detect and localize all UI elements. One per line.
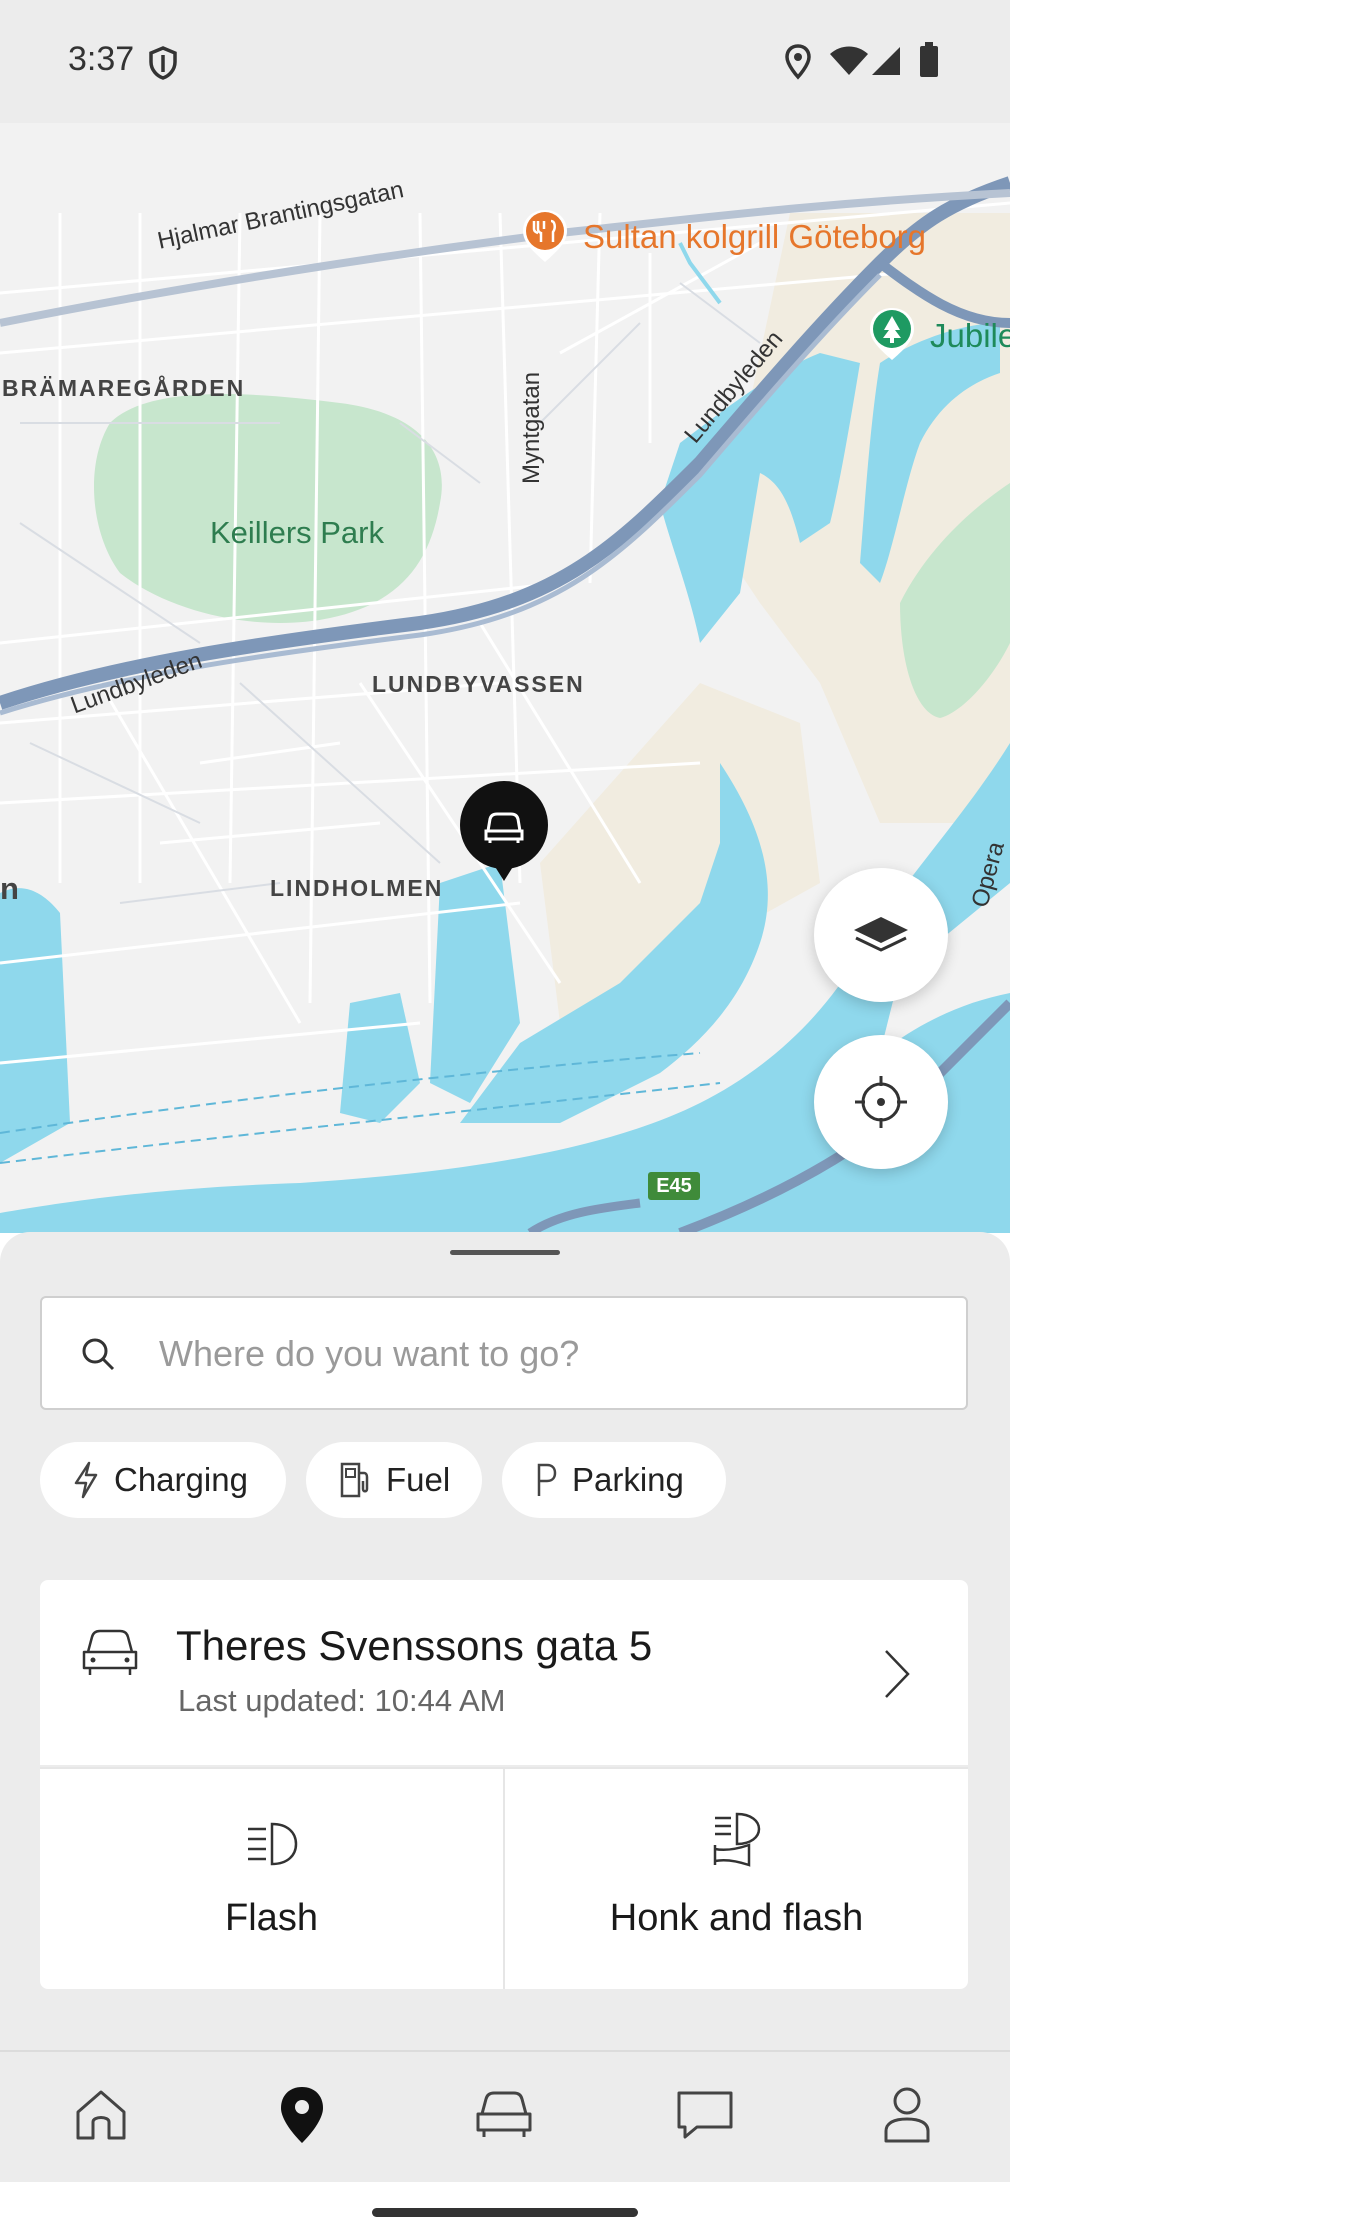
vehicle-location-card[interactable]: Theres Svenssons gata 5 Last updated: 10… xyxy=(40,1580,968,1765)
honk-and-flash-label: Honk and flash xyxy=(609,1897,864,1939)
map-layers-button[interactable] xyxy=(814,868,948,1002)
search-input[interactable] xyxy=(157,1298,941,1410)
bottom-sheet: Charging Fuel Parking Theres Svenssons g… xyxy=(0,1232,1010,2050)
map-area-label: n xyxy=(0,871,19,906)
person-icon xyxy=(884,2087,930,2143)
nav-home[interactable] xyxy=(61,2080,141,2150)
nav-map[interactable] xyxy=(262,2080,342,2150)
search-box[interactable] xyxy=(40,1296,968,1410)
highway-badge: E45 xyxy=(648,1172,700,1200)
map-poi-label[interactable]: Jubile xyxy=(930,317,1010,355)
fuel-pump-icon xyxy=(340,1462,369,1498)
shield-icon xyxy=(149,46,177,80)
map-poi-label[interactable]: Sultan kolgrill Göteborg xyxy=(583,218,926,256)
vehicle-address: Theres Svenssons gata 5 xyxy=(176,1622,653,1669)
map-park-label: Keillers Park xyxy=(210,515,384,550)
parking-icon xyxy=(537,1463,557,1496)
wifi-icon xyxy=(830,46,868,75)
location-status-icon xyxy=(785,44,811,80)
status-time: 3:37 xyxy=(68,40,135,78)
car-icon xyxy=(82,1629,138,1675)
filter-chip-label: Parking xyxy=(572,1461,684,1498)
flash-label: Flash xyxy=(225,1897,318,1939)
recenter-location-button[interactable] xyxy=(814,1035,948,1169)
cellular-signal-icon xyxy=(872,47,900,75)
chat-icon xyxy=(677,2091,733,2139)
home-icon xyxy=(76,2090,126,2140)
honk-flash-icon xyxy=(713,1812,760,1867)
layers-icon xyxy=(854,917,908,952)
location-pin-icon xyxy=(281,2087,323,2143)
crosshair-icon xyxy=(855,1076,907,1128)
nav-profile[interactable] xyxy=(867,2080,947,2150)
map-area-label: LUNDBYVASSEN xyxy=(372,671,585,697)
headlight-icon xyxy=(247,1822,297,1866)
map-view[interactable]: BRÄMAREGÅRDEN LUNDBYVASSEN LINDHOLMEN n … xyxy=(0,123,1010,1233)
battery-icon xyxy=(920,42,938,77)
nav-messages[interactable] xyxy=(665,2080,745,2150)
chevron-right-icon xyxy=(885,1650,910,1698)
status-bar: 3:37 xyxy=(0,0,1010,123)
map-area-label: LINDHOLMEN xyxy=(270,875,444,901)
phone-screen: 3:37 BRÄMAREGÅRDEN LUNDBYVASSEN LINDHOLM… xyxy=(0,0,1010,2239)
map-area-label: BRÄMAREGÅRDEN xyxy=(2,375,246,401)
car-icon xyxy=(476,2091,532,2137)
nav-car[interactable] xyxy=(464,2080,544,2150)
restaurant-icon[interactable] xyxy=(520,208,570,264)
road-label: Myntgatan xyxy=(518,371,545,484)
filter-chip-fuel[interactable]: Fuel xyxy=(306,1442,482,1518)
bottom-navigation xyxy=(0,2050,1010,2182)
vehicle-actions: Flash Honk and flash xyxy=(40,1767,968,1989)
vehicle-location-marker[interactable] xyxy=(459,781,549,885)
filter-chip-parking[interactable]: Parking xyxy=(502,1442,726,1518)
park-poi-icon[interactable] xyxy=(867,306,917,362)
bolt-icon xyxy=(74,1461,98,1499)
filter-chip-label: Fuel xyxy=(386,1461,451,1498)
last-updated-text: Last updated: 10:44 AM xyxy=(178,1683,506,1718)
search-icon xyxy=(82,1338,115,1371)
flash-button[interactable]: Flash xyxy=(40,1769,503,1989)
gesture-navigation-bar[interactable] xyxy=(372,2208,638,2217)
sheet-drag-handle[interactable] xyxy=(450,1250,560,1255)
honk-and-flash-button[interactable]: Honk and flash xyxy=(505,1769,968,1989)
filter-chip-label: Charging xyxy=(114,1461,248,1498)
filter-chip-charging[interactable]: Charging xyxy=(40,1442,286,1518)
